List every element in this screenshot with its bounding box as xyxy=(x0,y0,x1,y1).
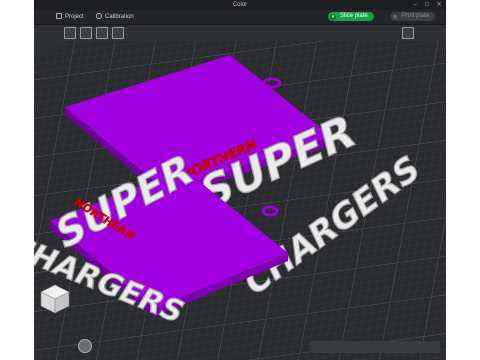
project-icon xyxy=(56,13,62,19)
print-plate-label: Print plate xyxy=(402,13,430,19)
menu-project[interactable]: Project xyxy=(56,10,84,24)
slice-dropdown-icon[interactable]: ▾ xyxy=(330,13,336,20)
slice-plate-label: Slice plate xyxy=(340,13,368,19)
title-bar: Color – □ ✕ xyxy=(34,0,446,10)
menu-project-label: Project xyxy=(65,14,84,20)
layer-slider[interactable] xyxy=(310,341,440,353)
slice-plate-button[interactable]: ▾ Slice plate xyxy=(328,12,374,21)
orientation-gizmo-icon[interactable] xyxy=(78,339,92,353)
minimize-icon[interactable]: – xyxy=(410,0,420,10)
orient-icon[interactable] xyxy=(96,27,108,39)
menu-bar: Project Calibration ▾ Slice plate ▾ Print … xyxy=(34,10,446,25)
toolbar xyxy=(34,25,446,41)
close-icon[interactable]: ✕ xyxy=(434,0,444,10)
calibration-icon xyxy=(96,13,102,19)
view-cube-icon[interactable] xyxy=(38,282,72,316)
maximize-icon[interactable]: □ xyxy=(422,0,432,10)
add-plate-icon[interactable] xyxy=(80,27,92,39)
window-title: Color xyxy=(232,2,248,8)
menu-calibration[interactable]: Calibration xyxy=(96,10,134,24)
3d-viewport[interactable]: NORTHERN SUPER CHARGERS SUPER NORTHERN C… xyxy=(34,41,446,360)
view-settings-icon[interactable] xyxy=(402,27,414,39)
print-plate-button[interactable]: ▾ Print plate xyxy=(390,12,436,21)
print-dropdown-icon[interactable]: ▾ xyxy=(392,13,398,20)
slicer-window: Color – □ ✕ Project Calibration ▾ Slice p… xyxy=(34,0,446,360)
menu-calibration-label: Calibration xyxy=(105,14,134,20)
arrange-icon[interactable] xyxy=(112,27,124,39)
add-object-icon[interactable] xyxy=(64,27,76,39)
